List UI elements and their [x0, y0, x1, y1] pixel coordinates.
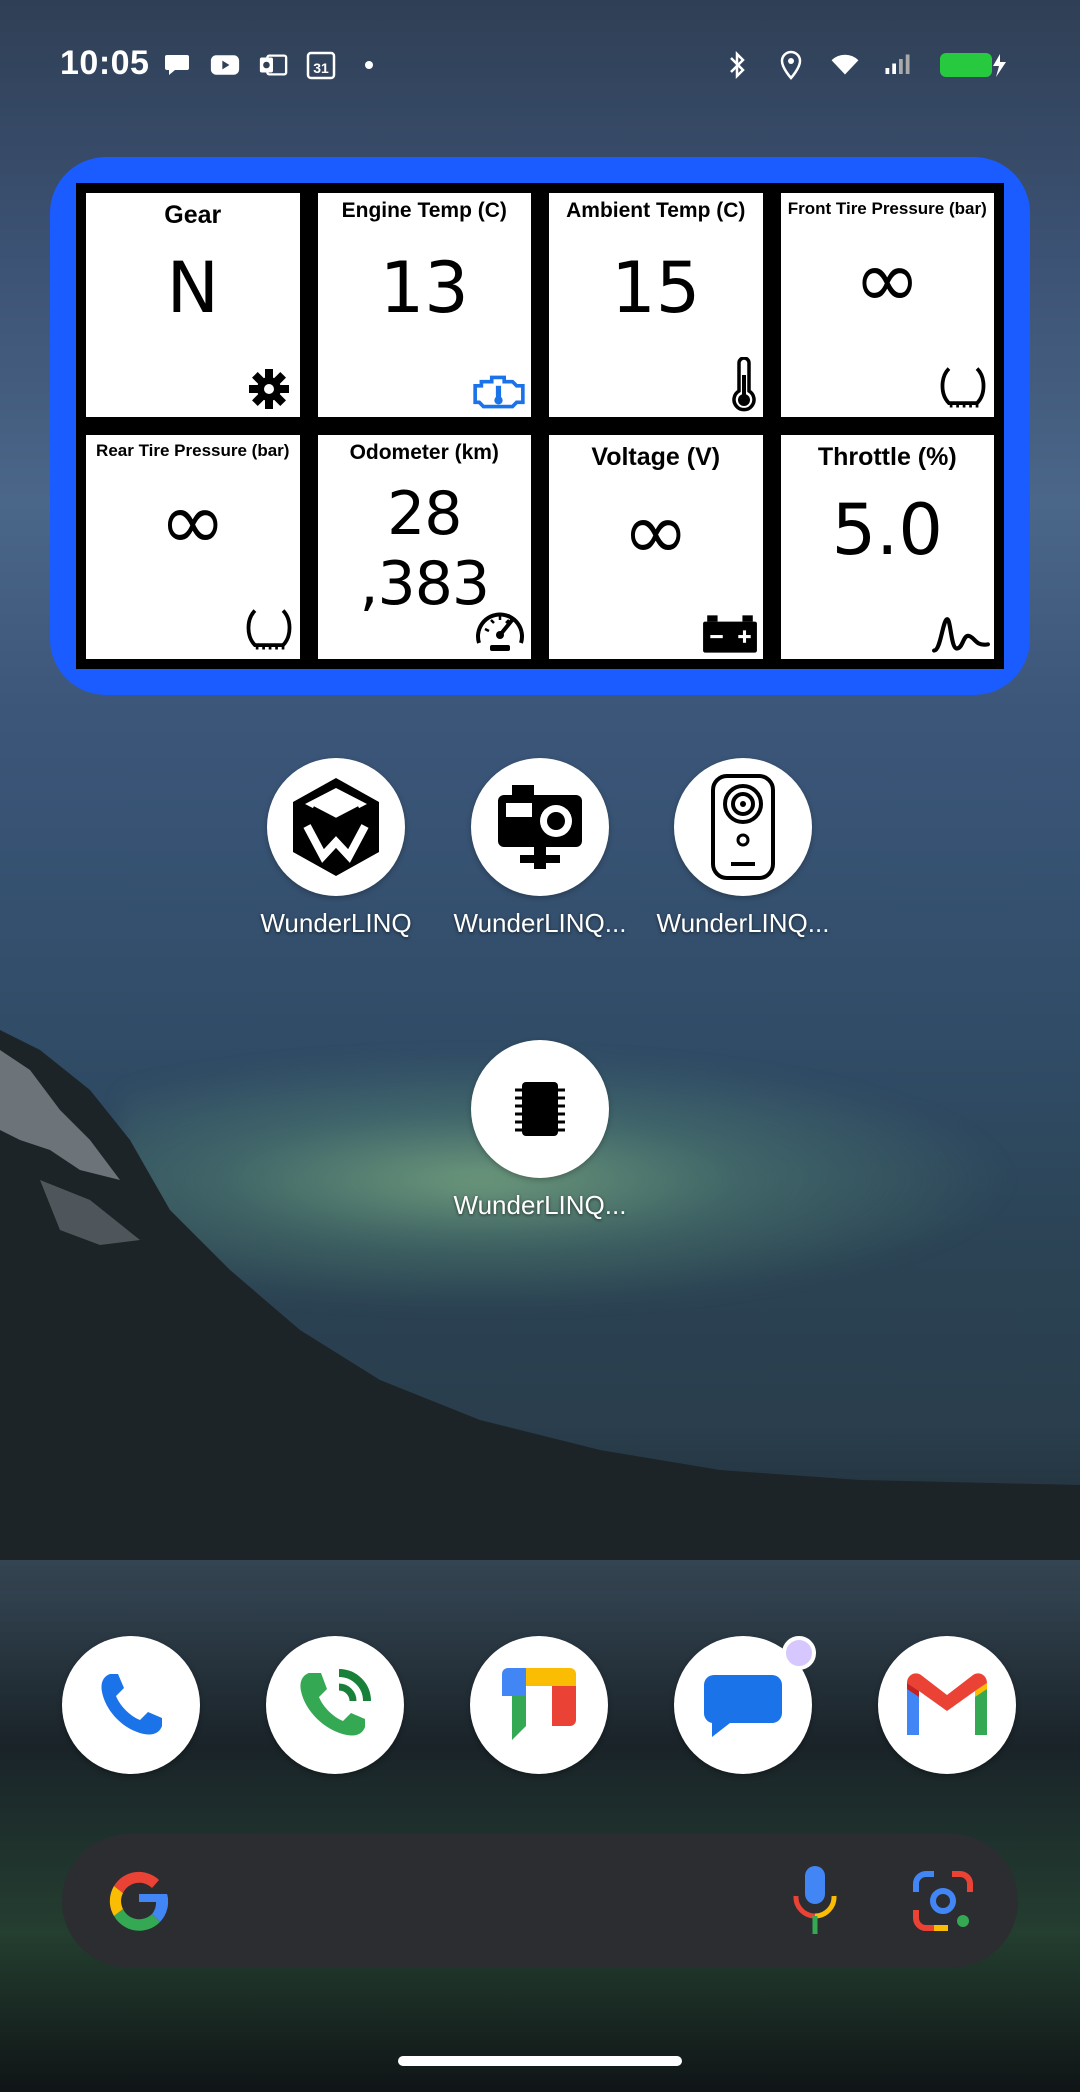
odometer-cell[interactable]: Odometer (km) 28 ,383 — [317, 435, 531, 659]
google-search-bar[interactable] — [62, 1834, 1018, 1968]
lens-icon[interactable] — [908, 1866, 978, 1936]
location-icon — [776, 50, 806, 80]
gear-cell[interactable]: Gear N — [86, 193, 300, 417]
calendar-icon: 31 — [306, 50, 336, 80]
app-label: WunderLINQ... — [453, 1190, 627, 1220]
bluetooth-icon — [722, 50, 752, 80]
battery-charging-icon — [938, 50, 1010, 80]
youtube-icon — [210, 50, 240, 80]
messages-icon — [703, 1675, 782, 1737]
svg-text:31: 31 — [313, 60, 329, 76]
cell-value: 28 ,383 — [359, 479, 490, 619]
dock-gmail[interactable] — [878, 1636, 1016, 1774]
google-chat-icon — [502, 1668, 576, 1740]
cell-label: Rear Tire Pressure (bar) — [96, 441, 290, 460]
dock-dialer[interactable] — [266, 1636, 404, 1774]
notification-dot — [782, 1636, 816, 1670]
app-label: WunderLINQ... — [656, 908, 830, 938]
front-tire-pressure-cell[interactable]: Front Tire Pressure (bar) ∞ — [780, 193, 994, 417]
wifi-icon — [830, 50, 860, 80]
cell-value: 5.0 — [831, 489, 943, 571]
engine-icon — [473, 375, 525, 409]
outlook-icon — [258, 50, 288, 80]
dock-messages[interactable] — [674, 1636, 816, 1774]
google-g-icon — [109, 1871, 169, 1931]
ambient-temp-cell[interactable]: Ambient Temp (C) 15 — [549, 193, 763, 417]
cell-value: ∞ — [853, 233, 921, 326]
voltage-cell[interactable]: Voltage (V) ∞ — [549, 435, 763, 659]
cell-label: Gear — [164, 201, 222, 229]
app-wunderlinq-remote[interactable]: WunderLINQ... — [643, 758, 843, 939]
signal-icon — [884, 50, 914, 80]
speedometer-icon — [476, 612, 524, 651]
app-wunderlinq[interactable]: WunderLINQ — [236, 758, 436, 939]
cell-label: Odometer (km) — [349, 441, 499, 464]
remote-device-icon — [674, 758, 812, 896]
throttle-cell[interactable]: Throttle (%) 5.0 — [780, 435, 994, 659]
cell-value: N — [166, 247, 219, 329]
dock-google-chat[interactable] — [470, 1636, 608, 1774]
motorcycle-dashboard-widget[interactable]: Gear N Engine Temp (C) 13 Ambient Temp (… — [50, 157, 1030, 695]
gear-icon — [248, 369, 289, 409]
app-wunderlinq-chip[interactable]: WunderLINQ... — [440, 1040, 640, 1221]
gmail-icon — [907, 1673, 987, 1735]
thermometer-icon — [731, 357, 756, 412]
clock: 10:05 — [60, 44, 150, 82]
throttle-icon — [932, 617, 990, 653]
cell-label: Throttle (%) — [817, 443, 957, 471]
cell-label: Ambient Temp (C) — [566, 199, 746, 222]
battery-icon — [702, 615, 757, 653]
home-gesture-bar[interactable] — [398, 2056, 682, 2066]
cell-value: 13 — [379, 247, 469, 329]
phone-dialer-icon — [300, 1669, 371, 1736]
tire-icon — [940, 367, 986, 408]
cell-value: ∞ — [159, 475, 227, 568]
chat-bubble-icon — [162, 50, 192, 80]
dock-phone[interactable] — [62, 1636, 200, 1774]
tire-icon — [246, 609, 291, 650]
microphone-icon[interactable] — [788, 1862, 842, 1942]
phone-icon — [101, 1674, 162, 1735]
cell-label: Front Tire Pressure (bar) — [787, 199, 987, 218]
wunderlinq-logo-icon — [267, 758, 405, 896]
action-camera-icon — [471, 758, 609, 896]
status-bar: 10:05 31 — [0, 0, 1080, 130]
app-label: WunderLINQ... — [453, 908, 627, 938]
dot-icon — [354, 50, 384, 80]
cell-value: 15 — [611, 247, 701, 329]
app-label: WunderLINQ — [260, 908, 412, 938]
cell-label: Engine Temp (C) — [341, 199, 507, 222]
chip-icon — [471, 1040, 609, 1178]
rear-tire-pressure-cell[interactable]: Rear Tire Pressure (bar) ∞ — [86, 435, 300, 659]
cell-label: Voltage (V) — [591, 443, 721, 471]
cell-value: ∞ — [622, 485, 690, 578]
app-wunderlinq-camera[interactable]: WunderLINQ... — [440, 758, 640, 939]
engine-temp-cell[interactable]: Engine Temp (C) 13 — [317, 193, 531, 417]
